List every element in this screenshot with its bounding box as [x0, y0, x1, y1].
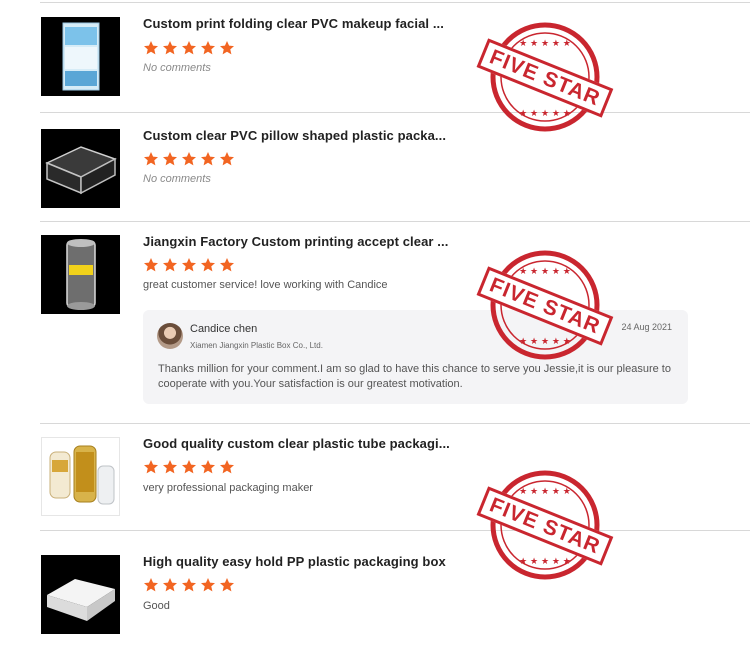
divider [40, 423, 750, 424]
star-icon [219, 151, 235, 167]
star-icon [219, 257, 235, 273]
rating-stars [143, 151, 235, 167]
svg-text:★ ★ ★ ★ ★: ★ ★ ★ ★ ★ [519, 109, 571, 119]
star-icon [200, 151, 216, 167]
star-icon [181, 459, 197, 475]
reply-date: 24 Aug 2021 [621, 322, 672, 332]
star-icon [181, 151, 197, 167]
five-star-stamp: ★ ★ ★ ★ ★ ★ ★ ★ ★ ★ FIVE STAR [470, 468, 620, 583]
avatar [157, 323, 183, 349]
star-icon [162, 257, 178, 273]
star-icon [200, 257, 216, 273]
product-thumbnail[interactable] [41, 235, 120, 314]
stamp-label: FIVE STAR [476, 37, 614, 118]
divider [40, 530, 750, 531]
reply-company-name: Xiamen Jiangxin Plastic Box Co., Ltd. [190, 341, 323, 350]
divider [40, 112, 750, 113]
star-icon [162, 577, 178, 593]
product-thumbnail[interactable] [41, 437, 120, 516]
svg-text:★ ★ ★ ★ ★: ★ ★ ★ ★ ★ [519, 487, 571, 497]
rating-stars [143, 257, 235, 273]
star-icon [200, 577, 216, 593]
rating-stars [143, 40, 235, 56]
product-title[interactable]: Custom clear PVC pillow shaped plastic p… [143, 128, 446, 143]
product-thumbnail[interactable] [41, 555, 120, 634]
rating-stars [143, 577, 235, 593]
divider [40, 221, 750, 222]
seller-reply: Candice chen Xiamen Jiangxin Plastic Box… [143, 310, 688, 404]
star-icon [181, 257, 197, 273]
star-icon [200, 40, 216, 56]
stamp-label: FIVE STAR [476, 485, 614, 566]
star-icon [162, 40, 178, 56]
review-comment: No comments [143, 62, 211, 74]
star-icon [219, 40, 235, 56]
star-icon [143, 257, 159, 273]
star-icon [162, 151, 178, 167]
reply-author-name: Candice chen [190, 323, 258, 335]
star-icon [181, 577, 197, 593]
star-icon [143, 40, 159, 56]
star-icon [162, 459, 178, 475]
svg-text:★ ★ ★ ★ ★: ★ ★ ★ ★ ★ [519, 267, 571, 277]
star-icon [143, 151, 159, 167]
rating-stars [143, 459, 235, 475]
svg-text:★ ★ ★ ★ ★: ★ ★ ★ ★ ★ [519, 557, 571, 567]
product-title[interactable]: High quality easy hold PP plastic packag… [143, 554, 446, 569]
five-star-stamp: ★ ★ ★ ★ ★ ★ ★ ★ ★ ★ FIVE STAR [470, 20, 620, 135]
star-icon [143, 577, 159, 593]
product-title[interactable]: Custom print folding clear PVC makeup fa… [143, 16, 444, 31]
star-icon [219, 577, 235, 593]
star-icon [200, 459, 216, 475]
product-thumbnail[interactable] [41, 17, 120, 96]
divider-top [40, 2, 750, 3]
review-comment: Good [143, 600, 170, 612]
review-comment: very professional packaging maker [143, 482, 313, 494]
star-icon [143, 459, 159, 475]
product-title[interactable]: Good quality custom clear plastic tube p… [143, 436, 450, 451]
reply-text: Thanks million for your comment.I am so … [158, 363, 671, 390]
product-thumbnail[interactable] [41, 129, 120, 208]
star-icon [181, 40, 197, 56]
star-icon [219, 459, 235, 475]
product-title[interactable]: Jiangxin Factory Custom printing accept … [143, 234, 448, 249]
review-comment: great customer service! love working wit… [143, 279, 388, 291]
review-comment: No comments [143, 173, 211, 185]
svg-text:★ ★ ★ ★ ★: ★ ★ ★ ★ ★ [519, 39, 571, 49]
